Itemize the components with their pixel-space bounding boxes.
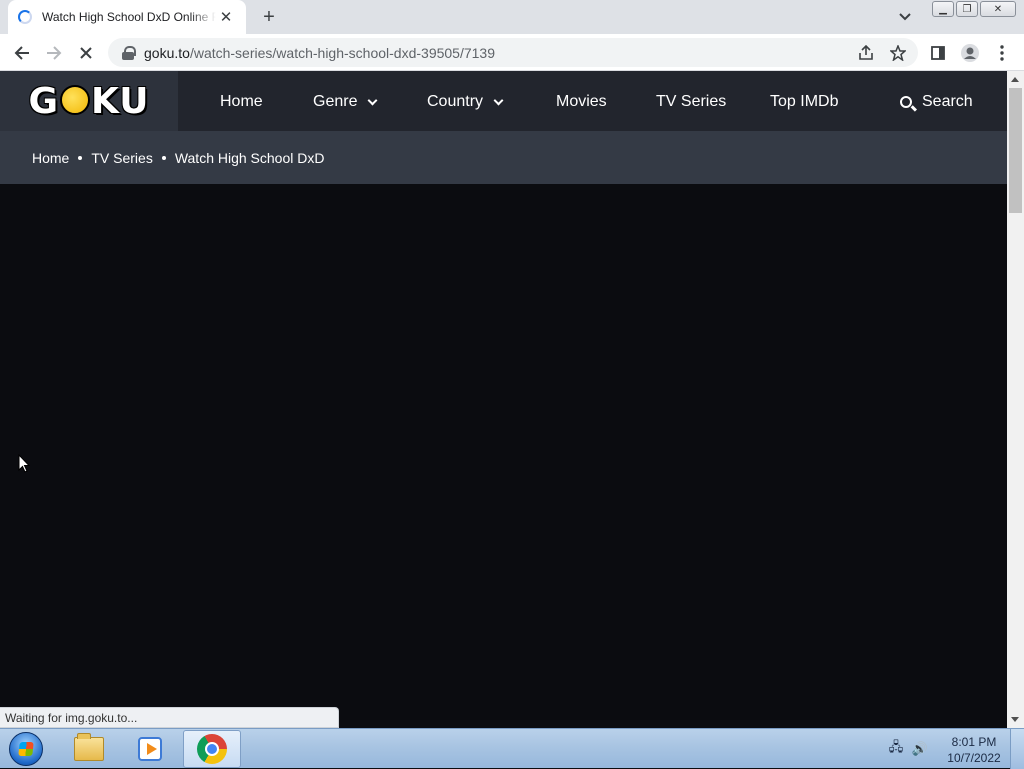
lock-icon [122, 45, 136, 60]
browser-toolbar: goku.to/watch-series/watch-high-school-d… [0, 34, 1024, 71]
taskbar: 🖧 🔊 8:01 PM 10/7/2022 [0, 728, 1024, 769]
tab-title: Watch High School DxD Online Free [42, 10, 216, 24]
folder-icon [74, 733, 104, 761]
taskbar-clock[interactable]: 8:01 PM 10/7/2022 [940, 734, 1008, 766]
kebab-menu-icon [1000, 45, 1004, 61]
share-icon [859, 45, 873, 60]
show-desktop-button[interactable] [1010, 729, 1024, 769]
scroll-down-icon[interactable] [1011, 717, 1019, 722]
bookmark-button[interactable] [886, 41, 910, 65]
site-header: G KU Home Genre Country Movies TV Series … [0, 71, 1007, 131]
address-bar[interactable]: goku.to/watch-series/watch-high-school-d… [108, 38, 918, 67]
close-window-button[interactable]: ✕ [980, 1, 1016, 17]
back-arrow-icon [14, 46, 29, 60]
stop-loading-button[interactable] [74, 41, 98, 65]
side-panel-icon [931, 46, 945, 60]
site-logo[interactable]: G KU [0, 71, 178, 131]
browser-tab[interactable]: Watch High School DxD Online Free ✕ [8, 0, 246, 34]
system-tray: 🖧 🔊 [888, 729, 928, 769]
star-icon [890, 45, 906, 61]
clock-date: 10/7/2022 [947, 751, 1001, 765]
volume-icon[interactable]: 🔊 [912, 741, 928, 757]
url-host: goku.to [144, 44, 190, 61]
profile-button[interactable] [958, 41, 982, 65]
chevron-down-icon [493, 95, 504, 105]
logo-dragonball-icon [60, 84, 91, 115]
chrome-icon [197, 734, 227, 764]
forward-button[interactable] [42, 41, 66, 65]
taskbar-chrome[interactable] [183, 730, 241, 768]
minimize-button[interactable]: ▁ [932, 1, 954, 17]
close-tab-icon[interactable]: ✕ [216, 7, 236, 27]
loading-spinner-icon [18, 10, 32, 24]
network-icon[interactable]: 🖧 [888, 739, 904, 757]
restore-button[interactable]: ❐ [956, 1, 978, 17]
status-bubble: Waiting for img.goku.to... [0, 707, 339, 728]
nav-search[interactable]: Search [900, 93, 973, 111]
url-text: goku.to/watch-series/watch-high-school-d… [144, 45, 495, 61]
side-panel-button[interactable] [926, 41, 950, 65]
logo-wordmark: G KU [28, 80, 150, 122]
windows-logo-icon [9, 732, 43, 766]
media-player-icon [138, 737, 162, 761]
close-icon [80, 47, 92, 59]
tab-search-button[interactable] [895, 8, 915, 26]
breadcrumb-tv-series[interactable]: TV Series [91, 150, 152, 166]
window-controls: ▁ ❐ ✕ [932, 1, 1016, 17]
scrollbar-thumb[interactable] [1009, 88, 1022, 213]
share-button[interactable] [854, 41, 878, 65]
nav-genre[interactable]: Genre [313, 93, 378, 111]
chevron-down-icon [899, 13, 911, 21]
nav-movies[interactable]: Movies [556, 93, 607, 111]
breadcrumb-separator [78, 155, 83, 160]
taskbar-explorer[interactable] [60, 730, 118, 768]
chevron-down-icon [368, 95, 378, 105]
nav-country[interactable]: Country [427, 93, 504, 111]
page-scrollbar[interactable] [1007, 71, 1024, 728]
new-tab-button[interactable]: + [258, 6, 280, 28]
web-page: G KU Home Genre Country Movies TV Series … [0, 71, 1007, 728]
clock-time: 8:01 PM [951, 735, 997, 749]
browser-menu-button[interactable] [990, 41, 1014, 65]
avatar-icon [961, 44, 979, 62]
taskbar-media-player[interactable] [121, 730, 179, 768]
nav-top-imdb[interactable]: Top IMDb [770, 93, 838, 111]
scroll-up-icon[interactable] [1011, 77, 1019, 82]
back-button[interactable] [10, 41, 34, 65]
mouse-cursor-icon [18, 454, 30, 473]
nav-home[interactable]: Home [220, 93, 263, 111]
breadcrumb-current: Watch High School DxD [174, 149, 325, 166]
tab-strip: Watch High School DxD Online Free ✕ + ▁ … [0, 0, 1024, 34]
start-button[interactable] [4, 730, 48, 768]
breadcrumb: Home TV Series Watch High School DxD [0, 131, 1007, 184]
forward-arrow-icon [47, 46, 62, 60]
nav-tv-series[interactable]: TV Series [656, 93, 726, 111]
search-icon [900, 96, 912, 108]
breadcrumb-separator [161, 155, 166, 160]
url-path: /watch-series/watch-high-school-dxd-3950… [189, 44, 495, 61]
breadcrumb-home[interactable]: Home [32, 150, 69, 166]
